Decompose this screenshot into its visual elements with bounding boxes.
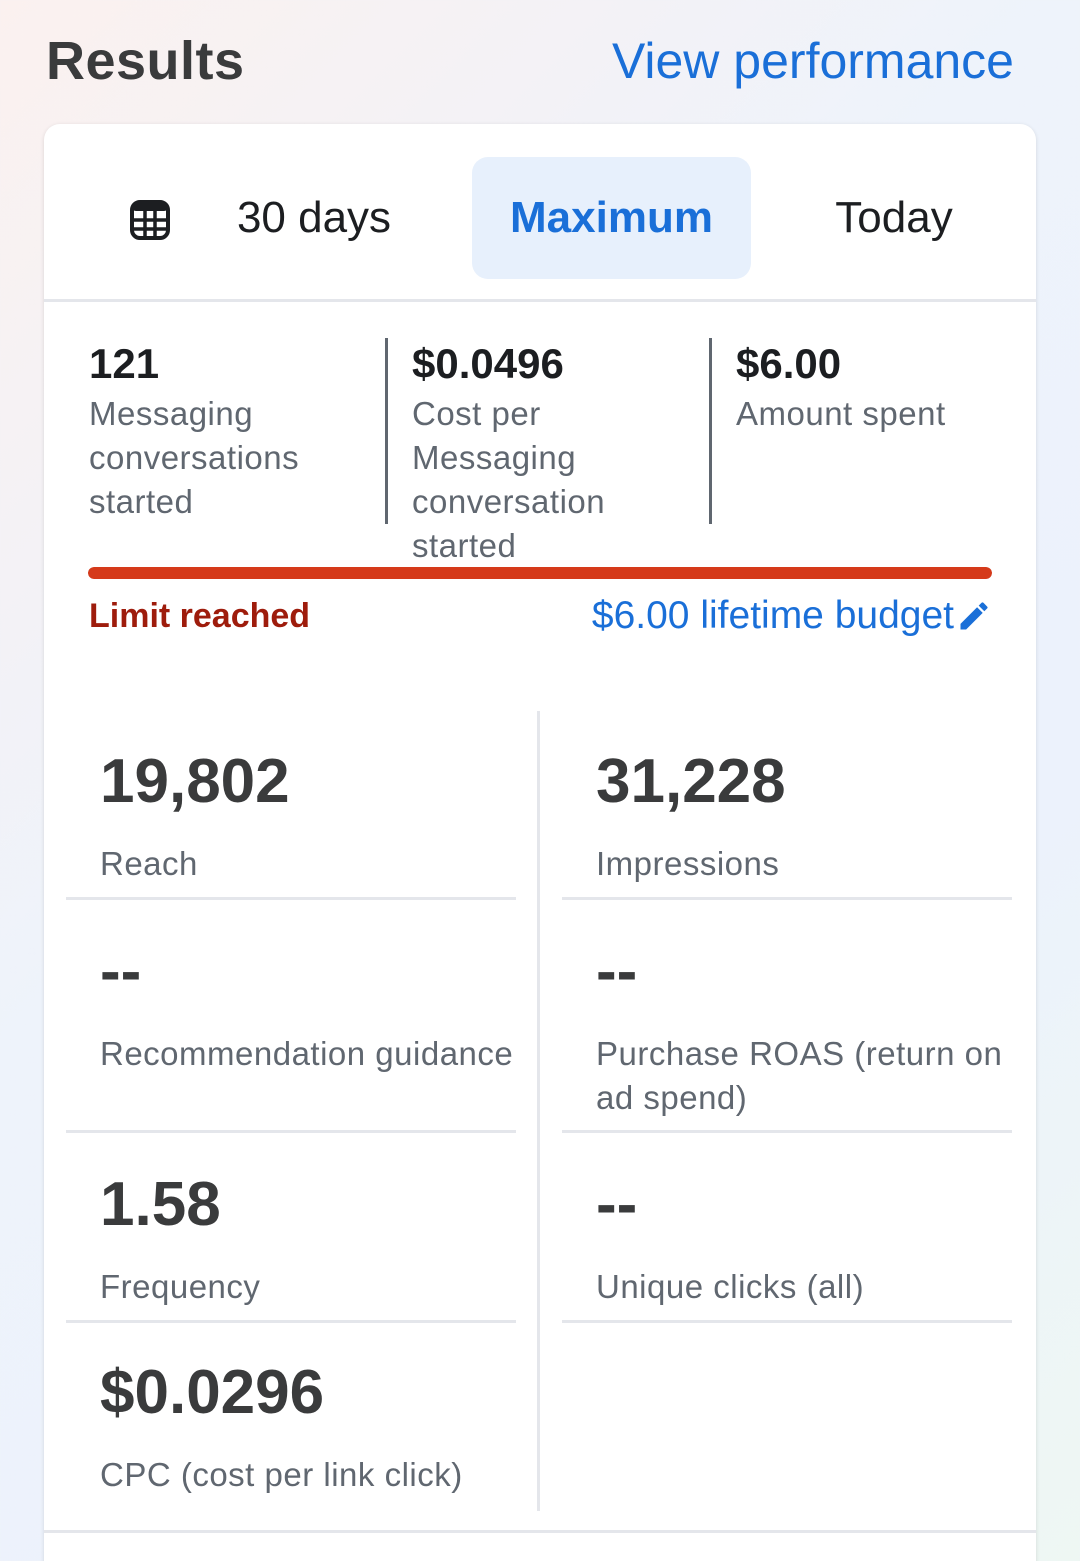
- metric-cpc: $0.0296 CPC (cost per link click): [100, 1353, 550, 1497]
- range-option-maximum[interactable]: Maximum: [472, 157, 751, 279]
- results-header: Results View performance: [0, 0, 1080, 120]
- divider: [66, 1320, 516, 1323]
- metric-value: $0.0496: [412, 340, 564, 387]
- metric-recommendation-guidance: -- Recommendation guidance: [100, 932, 550, 1076]
- divider: [385, 338, 388, 524]
- page-title: Results: [46, 31, 245, 91]
- metric-impressions: 31,228 Impressions: [596, 742, 1046, 886]
- metric-cost-per-conversation: $0.0496 Cost per Messaging conversation …: [412, 336, 712, 564]
- divider: [709, 338, 712, 524]
- metric-label: CPC (cost per link click): [100, 1456, 463, 1493]
- divider: [562, 1320, 1012, 1323]
- metric-label: Cost per Messaging conversation started: [412, 395, 606, 564]
- metric-value: 31,228: [596, 747, 786, 816]
- metric-value: 1.58: [100, 1170, 221, 1239]
- metric-value: --: [596, 1170, 638, 1239]
- divider: [66, 1130, 516, 1133]
- budget-progress-fill: [88, 567, 992, 579]
- metric-label: Unique clicks (all): [596, 1268, 865, 1305]
- divider: [562, 1130, 1012, 1133]
- range-option-today[interactable]: Today: [804, 157, 984, 279]
- metric-value: 121: [89, 340, 160, 387]
- metric-label: Frequency: [100, 1268, 261, 1305]
- results-card: 30 days Maximum Today 121 Messaging conv…: [44, 124, 1036, 1561]
- metric-label: Impressions: [596, 845, 780, 882]
- metric-value: --: [596, 937, 638, 1006]
- limit-reached-status: Limit reached: [89, 597, 311, 635]
- metric-label: Purchase ROAS (return on ad spend): [596, 1035, 1003, 1116]
- metric-value: $6.00: [736, 340, 842, 387]
- pencil-icon[interactable]: [956, 598, 992, 634]
- view-performance-link[interactable]: View performance: [612, 32, 1014, 90]
- divider: [562, 897, 1012, 900]
- divider: [44, 1530, 1036, 1533]
- divider: [66, 897, 516, 900]
- metric-value: 19,802: [100, 747, 290, 816]
- metric-purchase-roas: -- Purchase ROAS (return on ad spend): [596, 932, 1046, 1120]
- date-range-selector: 30 days Maximum Today: [44, 124, 1036, 302]
- metric-label: Messaging conversations started: [89, 395, 300, 520]
- lifetime-budget-link[interactable]: $6.00 lifetime budget: [592, 594, 992, 638]
- metric-label: Recommendation guidance: [100, 1035, 514, 1072]
- metric-label: Amount spent: [736, 395, 946, 432]
- metric-value: --: [100, 937, 142, 1006]
- calendar-grid-icon[interactable]: [130, 200, 170, 240]
- top-metrics: 121 Messaging conversations started $0.0…: [44, 336, 1036, 564]
- range-option-30-days[interactable]: 30 days: [214, 157, 414, 279]
- metric-value: $0.0296: [100, 1358, 325, 1427]
- metric-messaging-conversations: 121 Messaging conversations started: [89, 336, 379, 526]
- budget-progress-bar: [88, 567, 992, 579]
- metric-unique-clicks: -- Unique clicks (all): [596, 1165, 1046, 1309]
- metric-label: Reach: [100, 845, 198, 882]
- metric-amount-spent: $6.00 Amount spent: [736, 336, 1026, 526]
- metric-reach: 19,802 Reach: [100, 742, 550, 886]
- metric-frequency: 1.58 Frequency: [100, 1165, 550, 1309]
- lifetime-budget-label[interactable]: $6.00 lifetime budget: [592, 594, 954, 638]
